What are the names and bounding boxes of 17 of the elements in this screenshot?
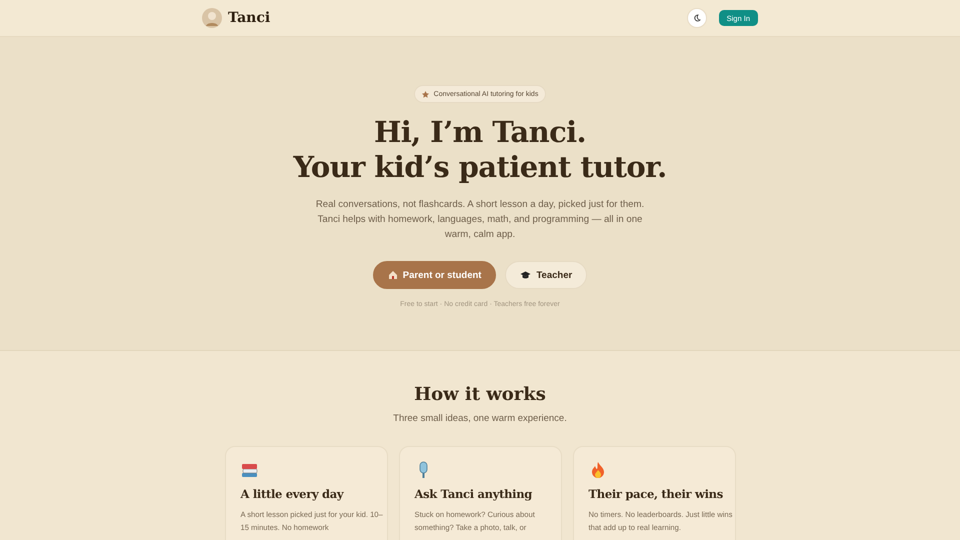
- books-icon: [240, 461, 258, 479]
- parent-student-button[interactable]: Parent or student: [372, 261, 496, 289]
- theme-toggle-button[interactable]: [686, 8, 707, 28]
- moon-icon: [692, 14, 701, 22]
- star-icon: [422, 90, 429, 98]
- section-title: How it works: [414, 384, 546, 405]
- headline: Hi, I’m Tanci.: [372, 115, 588, 150]
- brand-name: Tanci: [228, 10, 270, 26]
- avatar-icon: [202, 8, 222, 28]
- graduation-cap-icon: [520, 270, 532, 280]
- card-title: A little every day: [240, 487, 345, 501]
- headline: Your kid’s patient tutor.: [293, 150, 667, 185]
- section-subtitle: Three small ideas, one warm experience.: [393, 413, 567, 424]
- house-icon: [388, 270, 398, 280]
- card-title: Ask Tanci anything: [414, 487, 534, 501]
- intro-paragraph: Real conversations, not flashcards. A short lesson a day, picked just for them. Tanci helps with homework, languages, math, and programming — all in one warm, calm app.: [315, 198, 645, 242]
- teacher-button[interactable]: Teacher: [505, 261, 588, 289]
